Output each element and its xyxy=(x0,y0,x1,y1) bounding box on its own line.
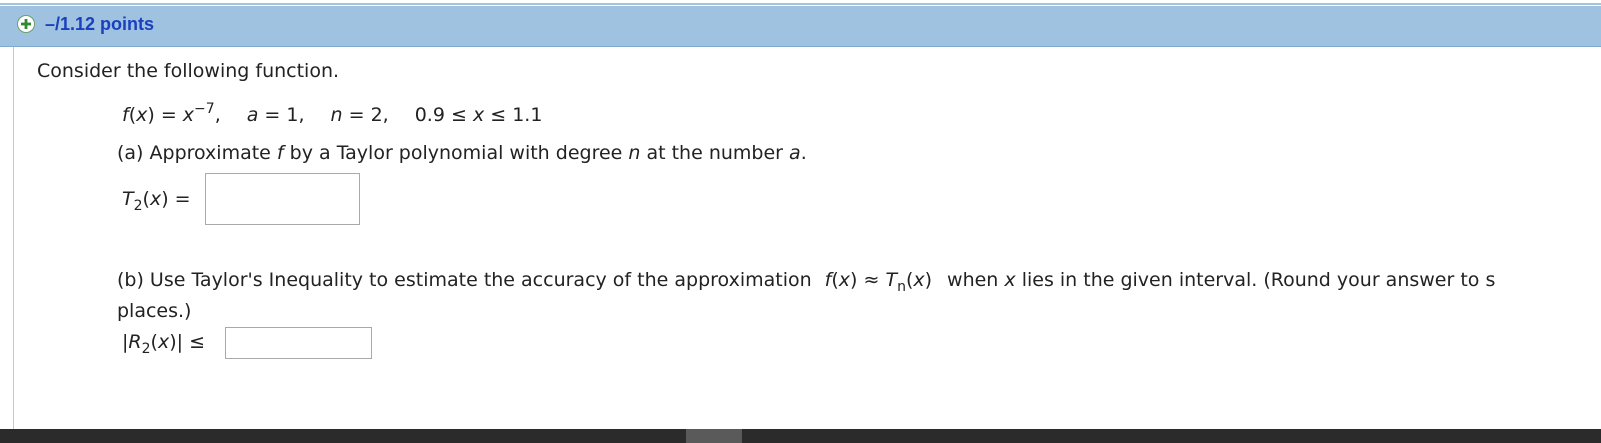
horizontal-scrollbar[interactable] xyxy=(0,429,1601,443)
part-b-answer-input[interactable] xyxy=(225,327,372,359)
part-a-answer-label: T2(x) = xyxy=(122,188,191,214)
part-b-question-line2: places.) xyxy=(117,300,192,322)
remainder-R: R xyxy=(128,331,142,353)
function-definition: f(x) = x−7, a = 1, n = 2, 0.9 ≤ x ≤ 1.1 xyxy=(122,101,543,126)
part-b-x2: x xyxy=(913,269,925,291)
taylor-x: x xyxy=(149,188,162,210)
part-a-mid: by a Taylor polynomial with degree xyxy=(283,142,629,164)
interval-variable: x xyxy=(472,104,485,126)
function-variable: x xyxy=(136,104,148,126)
interval-low: 0.9 xyxy=(414,104,445,126)
part-b-f: f xyxy=(824,269,832,291)
plus-circle-icon[interactable] xyxy=(17,15,35,33)
part-b-question-line1: (b) Use Taylor's Inequality to estimate … xyxy=(117,269,1496,295)
part-b-prefix: (b) Use Taylor's Inequality to estimate … xyxy=(117,269,812,291)
n-label: n xyxy=(330,104,343,126)
part-a-f: f xyxy=(276,142,284,164)
remainder-subscript: 2 xyxy=(141,341,151,357)
part-b-T: T xyxy=(885,269,898,291)
part-b-T-subscript: n xyxy=(897,279,906,295)
intro-text: Consider the following function. xyxy=(37,60,340,82)
a-label: a xyxy=(246,104,259,126)
function-base: x xyxy=(182,104,195,126)
part-a-prefix: (a) Approximate xyxy=(117,142,277,164)
part-a-answer-input[interactable] xyxy=(205,173,360,225)
question-header: –/1.12 points xyxy=(0,6,1601,47)
a-value: 1 xyxy=(286,104,299,126)
header-top-line xyxy=(0,3,1601,5)
part-a-n: n xyxy=(628,142,641,164)
part-a-a: a xyxy=(789,142,801,164)
part-b-when: when xyxy=(947,269,999,291)
remainder-x: x xyxy=(157,331,170,353)
taylor-T: T xyxy=(122,188,134,210)
part-b-x3: x xyxy=(1004,269,1016,291)
interval-high: 1.1 xyxy=(512,104,543,126)
points-label: –/1.12 points xyxy=(45,14,155,34)
scrollbar-thumb[interactable] xyxy=(686,429,742,443)
part-a-mid2: at the number xyxy=(640,142,790,164)
leq-symbol: ≤ xyxy=(189,331,205,353)
n-value: 2 xyxy=(370,104,383,126)
part-a-end: . xyxy=(800,142,807,164)
approx-symbol: ≈ xyxy=(863,269,880,291)
part-a-question: (a) Approximate f by a Taylor polynomial… xyxy=(117,142,807,164)
part-b-answer-label: |R2(x)| ≤ xyxy=(122,331,205,357)
function-exponent: −7 xyxy=(194,101,215,117)
part-b-suffix: lies in the given interval. (Round your … xyxy=(1021,269,1496,291)
part-b-x: x xyxy=(838,269,851,291)
function-name: f xyxy=(122,104,129,126)
taylor-subscript: 2 xyxy=(133,198,143,214)
